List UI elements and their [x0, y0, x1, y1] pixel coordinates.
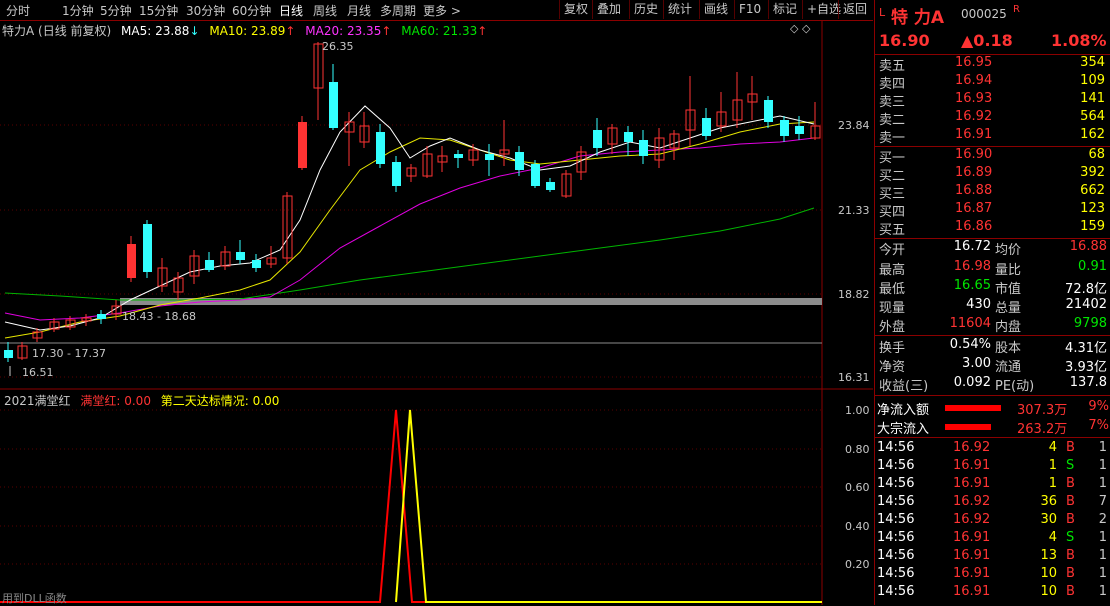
indicator-axis-label: 0.60 [845, 481, 870, 494]
quote-prefix: L [879, 6, 886, 19]
period-tab-fenshi[interactable]: 分时 [6, 2, 30, 19]
price-change: ▲0.18 [961, 31, 1013, 50]
high-annotation: 26.35 [322, 40, 354, 53]
ma60-line [4, 207, 815, 301]
net-inflow-bar [945, 405, 1001, 411]
bid-row-5: 买五 16.86 159 [879, 219, 1105, 238]
stats-row: 最低 16.65 市值 72.8亿 [879, 278, 1107, 297]
history-button[interactable]: 历史 [629, 0, 662, 19]
ask-row-5: 卖五 16.95 354 [879, 55, 1105, 74]
period-tab-30min[interactable]: 30分钟 [186, 2, 225, 19]
ask-row-2: 卖二 16.92 564 [879, 109, 1105, 128]
ask-row-3: 卖三 16.93 141 [879, 91, 1105, 110]
period-tab-multi[interactable]: 多周期 [380, 2, 416, 19]
period-tab-60min[interactable]: 60分钟 [232, 2, 271, 19]
ma5-line [4, 105, 815, 331]
stats-row: 今开 16.72 均价 16.88 [879, 239, 1107, 258]
tick-row: 14:56 16.91 10 B 1 [877, 566, 1107, 581]
stock-code: 000025 [961, 7, 1007, 21]
period-tab-5min[interactable]: 5分钟 [100, 2, 132, 19]
mark-button[interactable]: 标记 [768, 0, 801, 19]
price-axis-label: 21.33 [838, 204, 870, 217]
mantanghong-line [0, 409, 822, 603]
stats-row: 收益(三) 0.092 PE(动) 137.8 [879, 375, 1107, 394]
price-axis-label: 18.82 [838, 288, 870, 301]
period-tab-weekly[interactable]: 周线 [313, 2, 337, 19]
indicator-axis-label: 1.00 [845, 404, 870, 417]
tick-row: 14:56 16.91 1 B 1 [877, 476, 1107, 491]
price-axis-label: 23.84 [838, 119, 870, 132]
indicator-axis-label: 0.20 [845, 558, 870, 571]
price-change-pct: 1.08% [1051, 31, 1107, 50]
price-axis-label: 16.31 [838, 371, 870, 384]
indicator-axis-label: 0.40 [845, 520, 870, 533]
period-tab-daily[interactable]: 日线 [279, 2, 303, 19]
indicator-axis-label: 0.80 [845, 443, 870, 456]
ma20-line [4, 137, 815, 321]
indicator-footer: 用到DLL函数 [2, 592, 67, 605]
bid-row-1: 买一 16.90 68 [879, 147, 1105, 166]
tick-row: 14:56 16.91 10 B 1 [877, 584, 1107, 599]
range-annotation-1: 18.43 - 18.68 [122, 310, 196, 323]
stats-row: 换手 0.54% 股本 4.31亿 [879, 337, 1107, 356]
last-price: 16.90 [879, 31, 930, 50]
second-day-line [395, 409, 822, 603]
rzrq-badge: R [1013, 4, 1020, 15]
tick-row: 14:56 16.92 36 B 7 [877, 494, 1107, 509]
range-annotation-2: 17.30 - 17.37 [32, 347, 106, 360]
price-row: 16.90 ▲0.18 1.08% [875, 31, 1110, 53]
period-tab-1min[interactable]: 1分钟 [62, 2, 94, 19]
bid-row-3: 买三 16.88 662 [879, 183, 1105, 202]
block-inflow-row: 大宗流入 263.2万 7% [877, 418, 1109, 437]
draw-button[interactable]: 画线 [699, 0, 732, 19]
block-inflow-bar [945, 424, 991, 430]
back-button[interactable]: 返回 [838, 0, 871, 19]
tick-row: 14:56 16.92 30 B 2 [877, 512, 1107, 527]
tick-row: 14:56 16.92 4 B 1 [877, 440, 1107, 455]
fuquan-button[interactable]: 复权 [559, 0, 592, 19]
period-toolbar: 分时 1分钟 5分钟 15分钟 30分钟 60分钟 日线 周线 月线 多周期 更… [0, 0, 873, 21]
stats-row: 最高 16.98 量比 0.91 [879, 259, 1107, 278]
stats-button[interactable]: 统计 [663, 0, 696, 19]
net-inflow-row: 净流入额 307.3万 9% [877, 399, 1109, 418]
ask-row-1: 卖一 16.91 162 [879, 127, 1105, 146]
tick-row: 14:56 16.91 1 S 1 [877, 458, 1107, 473]
period-tab-monthly[interactable]: 月线 [347, 2, 371, 19]
ma10-line [4, 121, 815, 339]
low-annotation: 16.51 [22, 366, 54, 379]
stats-row: 净资 3.00 流通 3.93亿 [879, 356, 1107, 375]
stats-row: 现量 430 总量 21402 [879, 297, 1107, 316]
stock-name: 特 力A [891, 8, 945, 28]
ask-row-4: 卖四 16.94 109 [879, 73, 1105, 92]
f10-button[interactable]: F10 [734, 0, 765, 19]
tick-row: 14:56 16.91 4 S 1 [877, 530, 1107, 545]
bid-row-4: 买四 16.87 123 [879, 201, 1105, 220]
bid-row-2: 买二 16.89 392 [879, 165, 1105, 184]
period-tab-15min[interactable]: 15分钟 [139, 2, 178, 19]
period-tab-more[interactable]: 更多 > [423, 2, 461, 19]
tick-row: 14:56 16.91 13 B 1 [877, 548, 1107, 563]
indicator-chart: 1.00 0.80 0.60 0.40 0.20 [0, 390, 870, 605]
stats-row: 外盘 11604 内盘 9798 [879, 316, 1107, 335]
kline-chart: 26.35 18.43 - 18.68 17.30 - 17.37 16.51 … [0, 20, 873, 390]
quote-panel: L 特 力A 000025 R 16.90 ▲0.18 1.08% 卖五 16.9… [874, 0, 1110, 605]
overlay-button[interactable]: 叠加 [592, 0, 625, 19]
quote-title-row: L 特 力A 000025 R [875, 4, 1110, 28]
